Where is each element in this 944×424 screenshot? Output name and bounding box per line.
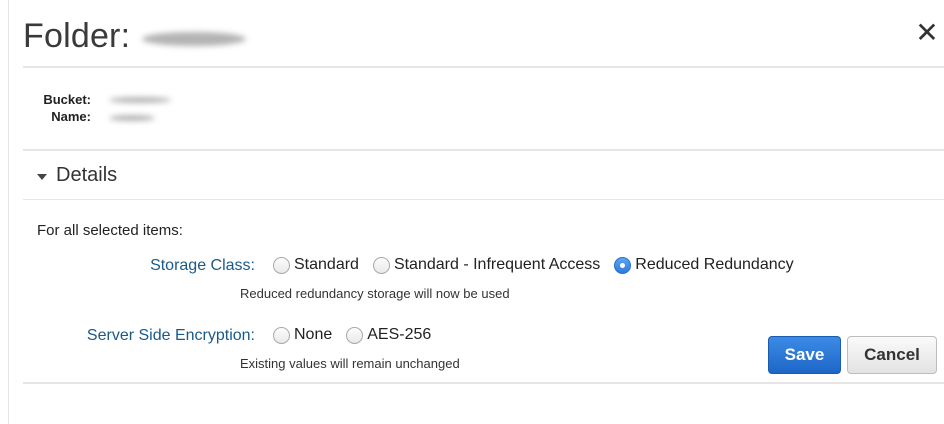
redacted-folder-name [142, 32, 247, 46]
bucket-label: Bucket: [43, 92, 91, 107]
bucket-info: Bucket: Name: [23, 68, 944, 150]
option-label: Standard [294, 256, 359, 273]
details-divider [23, 199, 944, 200]
encryption-label: Server Side Encryption: [86, 327, 255, 344]
storage-standard-option[interactable]: Standard [273, 256, 359, 274]
radio-button[interactable] [346, 326, 364, 344]
storage-class-hint: Reduced redundancy storage will now be u… [240, 286, 510, 301]
option-label: Standard - Infrequent Access [393, 256, 601, 273]
storage-standard-ia-option[interactable]: Standard - Infrequent Access [372, 256, 601, 274]
redacted-bucket-value [109, 97, 171, 103]
encryption-aes256-option[interactable]: AES-256 [346, 326, 431, 344]
dialog-title: Folder: [23, 16, 131, 55]
name-label: Name: [51, 109, 91, 124]
cancel-button[interactable]: Cancel [847, 336, 937, 374]
storage-reduced-redundancy-option[interactable]: Reduced Redundancy [614, 256, 794, 274]
caret-down-icon [37, 173, 47, 180]
footer-divider [23, 382, 944, 384]
storage-class-radio-group: Standard Standard - Infrequent Access Re… [273, 256, 808, 274]
encryption-radio-group: None AES-256 [273, 326, 445, 344]
radio-button-selected[interactable] [614, 256, 632, 274]
details-label: Details [56, 164, 118, 186]
radio-button[interactable] [273, 256, 290, 274]
close-icon[interactable]: ✕ [910, 14, 944, 52]
folder-properties-dialog: Folder: ✕ Bucket: Name: Details For all … [8, 0, 944, 424]
option-label: Reduced Redundancy [635, 256, 794, 273]
radio-button[interactable] [372, 256, 390, 274]
redacted-name-value [109, 115, 155, 121]
encryption-none-option[interactable]: None [273, 326, 332, 344]
option-label: None [294, 326, 333, 343]
details-toggle[interactable]: Details [37, 164, 117, 187]
encryption-hint: Existing values will remain unchanged [240, 356, 460, 371]
for-all-selected-label: For all selected items: [37, 222, 183, 239]
bucket-divider [23, 149, 944, 151]
storage-class-label: Storage Class: [150, 257, 255, 274]
radio-button[interactable] [273, 326, 290, 344]
dialog-header: Folder: [23, 10, 247, 62]
option-label: AES-256 [367, 326, 432, 343]
save-button[interactable]: Save [768, 336, 841, 374]
